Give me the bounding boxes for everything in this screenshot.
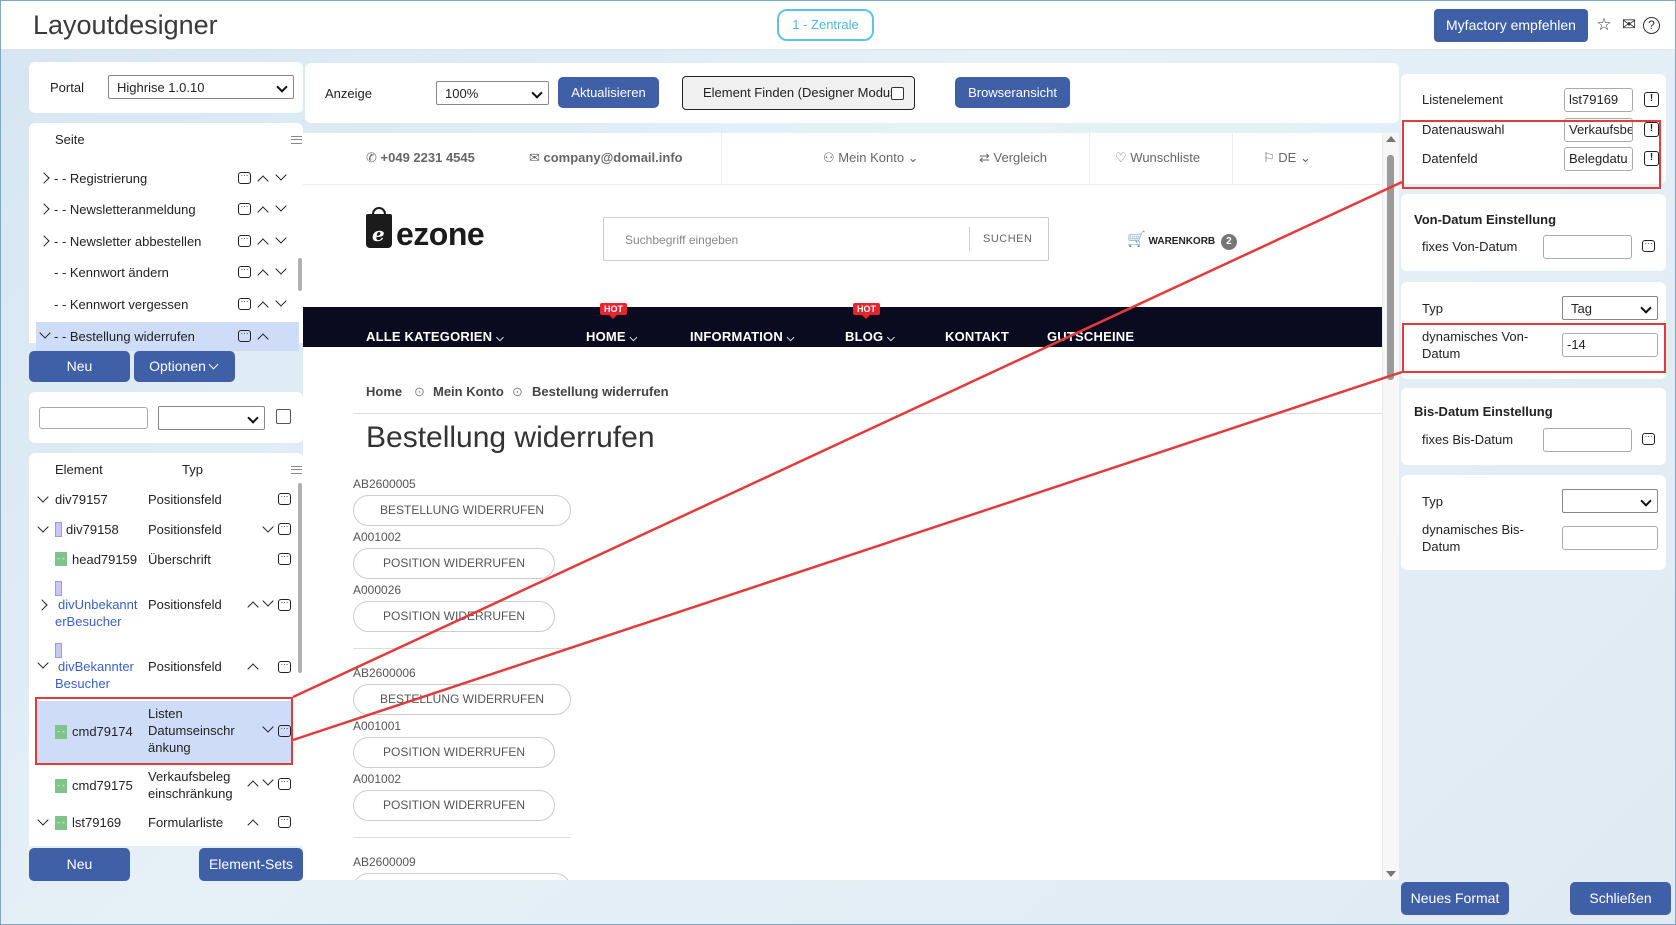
arrow-line	[292, 180, 1403, 699]
annotation-arrows	[292, 180, 1403, 742]
arrow-line	[292, 370, 1403, 742]
